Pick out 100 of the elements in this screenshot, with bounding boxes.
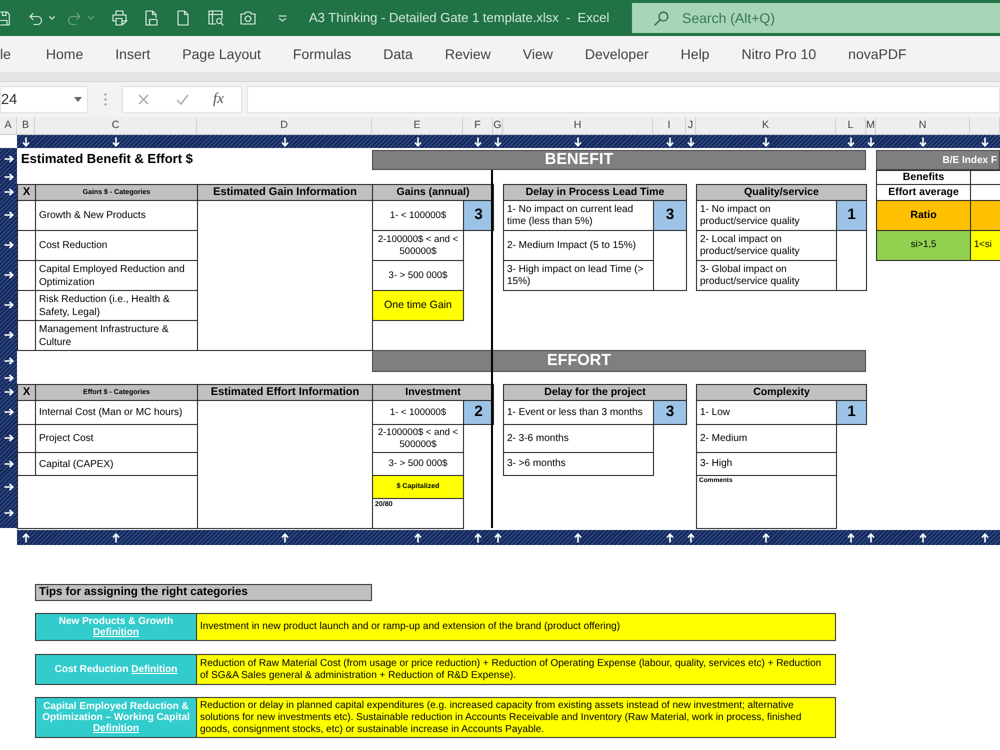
ribbon-tab[interactable]: Review	[428, 36, 507, 72]
category-term: Cost Reduction Definition	[54, 664, 178, 675]
column-header[interactable]: N	[876, 117, 970, 134]
column-heading: Gains (annual)	[372, 184, 494, 201]
right-arrow-icon	[4, 211, 14, 219]
column-heading: Estimated Effort Information	[197, 384, 373, 401]
right-arrow-icon	[4, 408, 14, 416]
down-arrow-icon	[414, 136, 422, 146]
column-header[interactable]: G	[493, 117, 503, 134]
ratio-cell: Ratio	[876, 200, 971, 231]
column-header[interactable]: F	[463, 117, 493, 134]
row-label: Benefits	[876, 170, 971, 185]
search-field[interactable]: Search (Alt+Q)	[632, 3, 1000, 33]
formula-field[interactable]	[247, 86, 1000, 113]
column-header[interactable]: A	[0, 117, 17, 134]
right-arrow-icon	[4, 241, 14, 249]
up-arrow-icon	[867, 532, 875, 542]
section-banner: B/E Index F	[876, 150, 1000, 170]
down-arrow-icon	[867, 136, 875, 146]
search-icon	[654, 11, 669, 26]
ribbon-tab[interactable]: Home	[30, 36, 100, 72]
column-header[interactable]: D	[197, 117, 372, 134]
score-cell: 3	[653, 400, 687, 425]
score-cell: 3	[463, 200, 494, 231]
ribbon-tab[interactable]: Data	[367, 36, 429, 72]
up-arrow-icon	[414, 532, 422, 542]
customize-toolbar-icon[interactable]	[278, 14, 287, 22]
option-cell: 3- High	[696, 452, 837, 476]
column-header[interactable]: K	[696, 117, 836, 134]
ribbon-tab[interactable]: le	[0, 36, 30, 72]
ribbon-tab[interactable]: Insert	[99, 36, 166, 72]
table-cell	[653, 230, 687, 291]
ribbon-tab[interactable]: Help	[664, 36, 726, 72]
sheet-title: Estimated Benefit & Effort $	[20, 150, 194, 168]
down-arrow-icon	[847, 136, 855, 146]
down-arrow-icon	[666, 136, 674, 146]
down-arrow-icon	[22, 136, 30, 146]
ribbon-tab[interactable]: Page Layout	[166, 36, 277, 72]
ribbon-tab[interactable]: Formulas	[276, 36, 368, 72]
check-icon[interactable]	[176, 94, 189, 105]
column-heading: Complexity	[696, 384, 867, 401]
ribbon-tab[interactable]: View	[506, 36, 569, 72]
grip-icon	[104, 93, 107, 106]
up-arrow-icon	[847, 532, 855, 542]
highlight-cell: One time Gain	[372, 290, 464, 321]
definition-text: Investment in new product launch and or ramp-up and extension of the brand (product offering)	[197, 613, 836, 641]
score-cell: 3	[653, 200, 687, 231]
undo-icon[interactable]	[28, 10, 43, 26]
column-header[interactable]: E	[372, 117, 463, 134]
category-term: Capital Employed Reduction & Optimization – Working Capital Definition	[41, 701, 191, 734]
right-arrow-icon	[4, 188, 14, 196]
tips-heading: Tips for assigning the right categories	[35, 584, 372, 601]
right-arrow-icon	[4, 357, 14, 365]
score-cell: 1	[836, 400, 867, 425]
column-header[interactable]: B	[17, 117, 35, 134]
right-arrow-icon	[4, 271, 14, 279]
up-arrow-icon	[494, 532, 502, 542]
up-arrow-icon	[666, 532, 674, 542]
right-arrow-icon	[4, 374, 14, 382]
section-banner: BENEFIT	[372, 150, 866, 170]
option-cell: 3- High impact on lead Time (> 15%)	[503, 260, 654, 291]
column-header[interactable]: L	[836, 117, 866, 134]
up-arrow-icon	[981, 532, 989, 542]
down-arrow-icon	[280, 136, 288, 146]
up-arrow-icon	[22, 532, 30, 542]
right-arrow-icon	[4, 434, 14, 442]
caret-icon[interactable]	[74, 97, 82, 102]
ribbon-tab[interactable]: Nitro Pro 10	[725, 36, 832, 72]
insert-function-button[interactable]: fx	[212, 88, 225, 111]
right-arrow-icon	[4, 509, 14, 517]
column-header[interactable]: J	[686, 117, 696, 134]
up-arrow-icon	[762, 532, 770, 542]
column-header[interactable]: C	[35, 117, 197, 134]
ribbon-tab[interactable]: novaPDF	[832, 36, 923, 72]
ribbon-tab[interactable]: Developer	[568, 36, 665, 72]
printer-icon[interactable]	[112, 10, 128, 26]
section-banner: EFFORT	[372, 350, 866, 372]
up-arrow-icon	[574, 532, 582, 542]
document-printer-icon[interactable]	[145, 10, 158, 26]
name-box[interactable]: 24	[0, 86, 88, 113]
camera-icon[interactable]	[240, 11, 256, 25]
threshold-cell: 1<si	[970, 230, 1000, 261]
table-magnifier-icon[interactable]	[208, 10, 224, 26]
down-arrow-icon	[919, 136, 927, 146]
up-arrow-icon	[919, 532, 927, 542]
document-icon[interactable]	[177, 10, 189, 26]
option-cell: 2- 3-6 months	[503, 424, 654, 453]
down-arrow-icon	[494, 136, 502, 146]
column-header[interactable]: I	[653, 117, 686, 134]
column-header[interactable]: H	[503, 117, 653, 134]
table-cell	[970, 200, 1000, 231]
definition-text: Reduction or delay in planned capital expenditures (e.g. increased capacity from existing assets instead of new investment; alternative solutions for new investments etc). Sustainable reduction in Accounts Receivable and Inventory (Raw Material, work in process, finished goods, consignment stocks, etc) or sustainable increase in Accounts Payable.	[197, 697, 836, 738]
column-header[interactable]: M	[866, 117, 876, 134]
up-arrow-icon	[112, 532, 120, 542]
right-arrow-icon	[4, 173, 14, 181]
cross-icon[interactable]	[138, 94, 149, 105]
save-icon[interactable]	[0, 10, 10, 26]
option-cell: 3- Global impact on product/service quality	[696, 260, 837, 291]
right-arrow-icon	[4, 331, 14, 339]
definition-text: Reduction of Raw Material Cost (from usage or price reduction) + Reduction of Operating Expense (labour, quality, services etc) + Reduction of SG&A Sales general & administration + Reduction of R&D Expense).	[197, 654, 836, 685]
